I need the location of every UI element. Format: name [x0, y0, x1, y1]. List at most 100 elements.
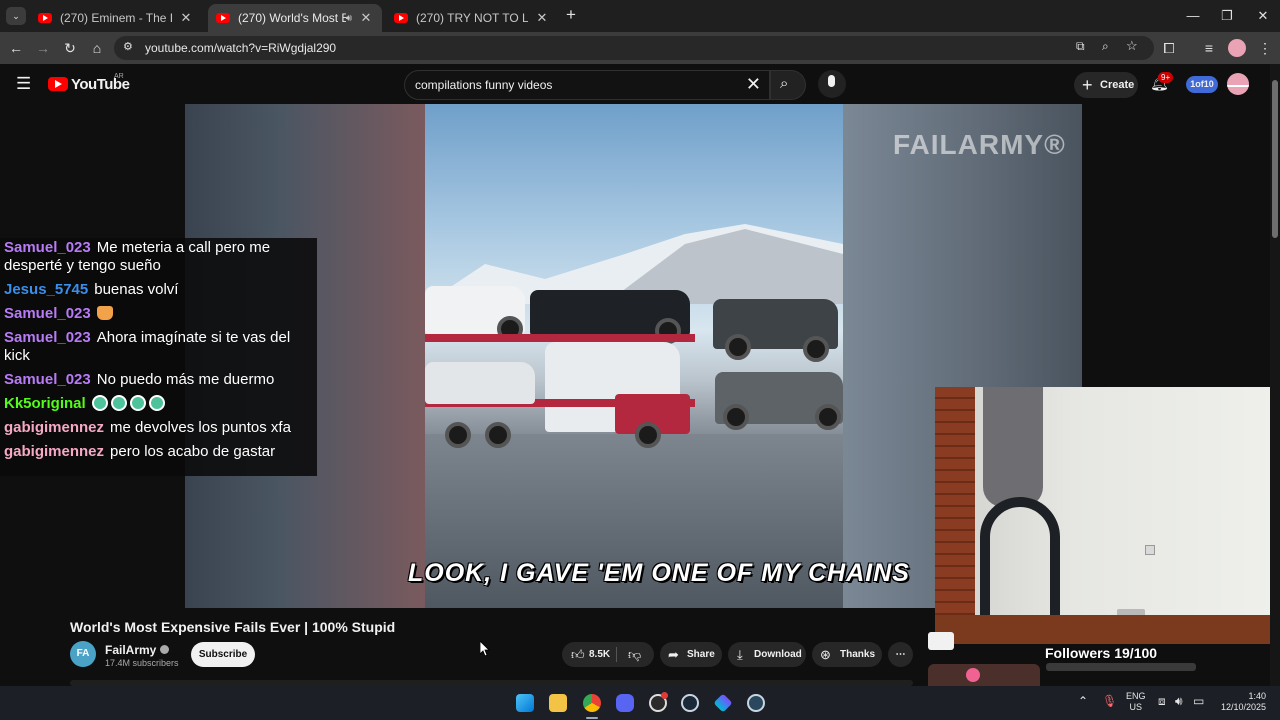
reload-icon[interactable]: ↻	[59, 38, 81, 58]
chat-username: Samuel_023	[4, 239, 91, 256]
more-actions-button[interactable]: ⋯	[888, 642, 913, 667]
forward-icon[interactable]: →	[32, 38, 54, 58]
volume-icon[interactable]: 🔊︎	[1175, 694, 1183, 709]
chrome-menu-icon[interactable]: ⋮	[1254, 38, 1276, 58]
network-icon[interactable]: ⧈	[1158, 694, 1166, 709]
brick-wall	[935, 387, 975, 644]
mouse-cursor-icon	[480, 641, 490, 657]
chat-message: Samuel_023	[4, 305, 313, 323]
account-pill[interactable]: 1of10	[1186, 76, 1218, 93]
like-count[interactable]: 8.5K	[589, 642, 610, 667]
thanks-button[interactable]: ⊛ Thanks	[812, 642, 882, 667]
hamburger-menu-icon[interactable]: ☰	[16, 74, 31, 94]
chat-message: gabigimennez pero los acabo de gastar	[4, 443, 313, 461]
cast-icon[interactable]: ⧉	[1076, 39, 1085, 54]
create-label: Create	[1100, 79, 1135, 91]
youtube-favicon-icon	[394, 13, 408, 23]
zoom-icon[interactable]: ⌕	[1102, 39, 1109, 54]
close-tab-icon[interactable]: ✕	[534, 10, 550, 26]
tab-search-button[interactable]: ⌄	[6, 7, 26, 25]
divider	[616, 647, 617, 662]
video-title: World's Most Expensive Fails Ever | 100%…	[70, 619, 396, 635]
plus-icon: +	[1082, 75, 1093, 95]
wheel	[803, 336, 829, 362]
browser-tab-1[interactable]: (270) Eminem - The Real Slim Sh ✕	[30, 4, 202, 32]
like-dislike-group: 👍︎ 8.5K 👎︎	[562, 642, 654, 667]
chrome-icon[interactable]	[583, 694, 601, 712]
youtube-logo-icon[interactable]	[48, 77, 68, 91]
steam-icon[interactable]	[681, 694, 699, 712]
cat-emote-icon	[96, 306, 113, 320]
verified-icon	[160, 645, 170, 654]
thanks-icon: ⊛	[820, 647, 831, 662]
language-code: ENG	[1126, 691, 1146, 701]
carrier-upper-rail	[425, 334, 695, 342]
recommendation-card[interactable]	[928, 632, 954, 650]
new-tab-button[interactable]: +	[566, 5, 576, 25]
youtube-favicon-icon	[216, 13, 230, 23]
reading-list-icon[interactable]: ≡	[1198, 38, 1220, 58]
maximize-button[interactable]: ❐	[1210, 6, 1244, 26]
thumbs-up-icon[interactable]: 👍︎	[571, 642, 585, 667]
channel-name[interactable]: FailArmy	[105, 643, 170, 657]
close-window-button[interactable]: ✕	[1246, 6, 1280, 26]
clock-time: 1:40	[1248, 691, 1266, 701]
share-button[interactable]: ➦ Share	[660, 642, 722, 667]
page-scrollbar-thumb[interactable]	[1272, 80, 1278, 238]
home-icon[interactable]: ⌂	[86, 38, 108, 58]
youtube-favicon-icon	[38, 13, 52, 23]
clear-search-icon[interactable]: ✕	[746, 74, 761, 95]
tab-title: (270) World's Most Expensi	[238, 11, 346, 25]
extensions-icon[interactable]: ⧠	[1158, 38, 1180, 58]
language-indicator[interactable]: ENG US	[1126, 691, 1146, 713]
steam-big-picture-icon[interactable]	[747, 694, 765, 712]
recommendation-title-placeholder[interactable]	[1046, 663, 1196, 671]
browser-tab-3[interactable]: (270) TRY NOT TO LAUGH 😂 R ✕	[386, 4, 558, 32]
site-info-icon[interactable]: ⚙︎	[123, 40, 133, 53]
video-frame[interactable]	[425, 104, 843, 608]
battery-icon[interactable]: ▭	[1193, 694, 1204, 708]
account-avatar[interactable]	[1227, 73, 1249, 95]
notifications-badge: 9+	[1158, 72, 1174, 83]
wheel	[485, 422, 511, 448]
webcam-overlay	[935, 387, 1280, 644]
back-icon[interactable]: ←	[5, 38, 27, 58]
wheel	[445, 422, 471, 448]
bookmark-star-icon[interactable]: ☆	[1126, 38, 1138, 54]
subscribe-button[interactable]: Subscribe	[191, 642, 255, 667]
system-clock[interactable]: 1:40 12/10/2025	[1214, 691, 1266, 713]
subscriber-count: 17.4M subscribers	[105, 658, 179, 668]
download-button[interactable]: ⤓ Download	[728, 642, 806, 667]
channel-avatar[interactable]: FA	[70, 641, 96, 667]
minimize-button[interactable]: —	[1176, 6, 1210, 26]
audio-playing-icon[interactable]: 🔊︎	[346, 13, 352, 24]
hanging-jacket	[983, 387, 1043, 507]
thumbs-down-icon[interactable]: 👎︎	[628, 642, 641, 667]
close-tab-icon[interactable]: ✕	[178, 10, 194, 26]
browser-tab-2[interactable]: (270) World's Most Expensi 🔊︎ ✕	[208, 4, 382, 32]
voice-search-button[interactable]	[818, 70, 846, 98]
chat-text: buenas volví	[94, 281, 179, 298]
share-icon: ➦	[668, 647, 679, 662]
emote-icon	[91, 395, 108, 411]
chat-message: Jesus_5745 buenas volví	[4, 281, 313, 299]
search-icon: ⌕	[780, 75, 789, 92]
tray-overflow-icon[interactable]: ⌃	[1078, 694, 1088, 708]
search-input[interactable]: compilations funny videos ✕	[404, 70, 770, 100]
file-explorer-icon[interactable]	[549, 694, 567, 712]
microphone-in-use-icon[interactable]: 🎙︎	[1102, 694, 1117, 708]
browser-toolbar: ← → ↻ ⌂ ⚙︎ youtube.com/watch?v=RiWgdjal2…	[0, 32, 1280, 64]
close-tab-icon[interactable]: ✕	[358, 10, 374, 26]
windows-start-icon[interactable]	[516, 694, 534, 712]
chat-message: Samuel_023 No puedo más me duermo	[4, 371, 313, 389]
create-button[interactable]: + Create	[1074, 72, 1138, 98]
search-button[interactable]: ⌕	[770, 70, 806, 100]
discord-icon[interactable]	[616, 694, 634, 712]
app-launcher-icon[interactable]	[713, 693, 733, 713]
chat-message: Kk5original	[4, 395, 313, 413]
recommendation-thumbnail[interactable]	[928, 664, 1040, 686]
failarmy-watermark: FAILARMY®	[893, 129, 1066, 160]
tab-title: (270) TRY NOT TO LAUGH 😂 R	[416, 11, 528, 25]
profile-avatar[interactable]	[1228, 39, 1246, 57]
address-bar[interactable]: ⚙︎ youtube.com/watch?v=RiWgdjal290 ⧉ ⌕ ☆	[114, 36, 1154, 60]
